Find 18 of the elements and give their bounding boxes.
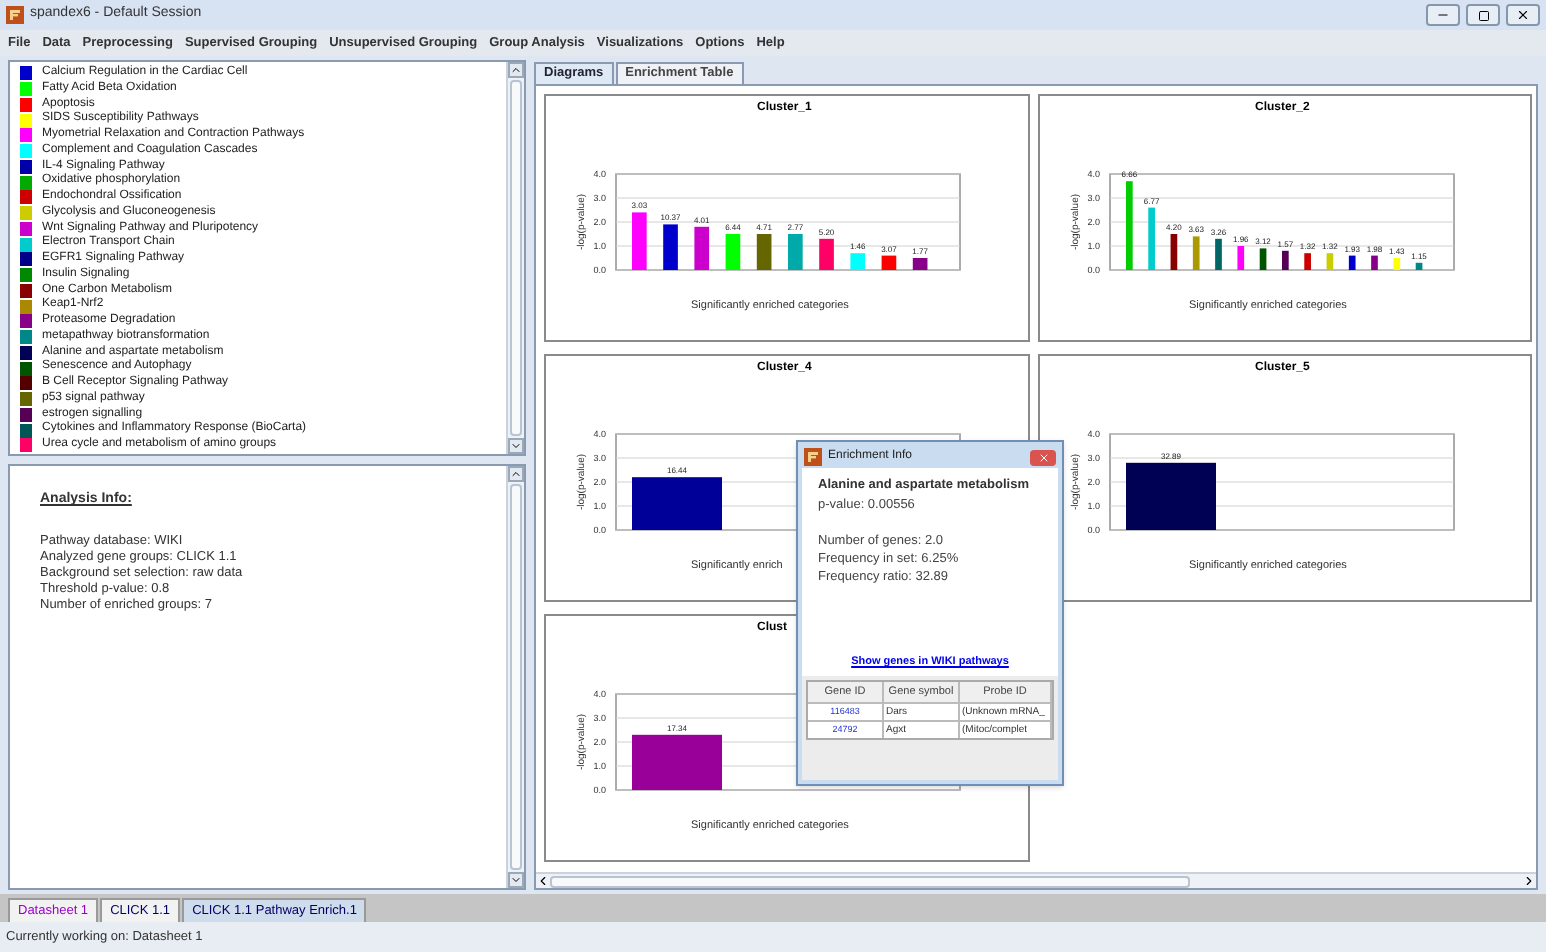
app-icon xyxy=(6,6,24,24)
minimize-button[interactable] xyxy=(1426,4,1460,26)
scrollbar[interactable] xyxy=(506,62,524,454)
scroll-up-icon[interactable] xyxy=(508,62,524,78)
scroll-right-icon[interactable] xyxy=(1522,874,1536,888)
scroll-down-icon[interactable] xyxy=(508,438,524,454)
close-icon xyxy=(1037,451,1049,463)
close-icon xyxy=(1516,8,1530,22)
scrollbar[interactable] xyxy=(536,872,1536,888)
scrollbar[interactable] xyxy=(506,466,524,888)
scroll-left-icon[interactable] xyxy=(536,874,550,888)
minimize-icon xyxy=(1436,8,1450,22)
maximize-icon xyxy=(1477,9,1489,21)
scroll-up-icon[interactable] xyxy=(508,466,524,482)
scroll-down-icon[interactable] xyxy=(508,872,524,888)
app-icon xyxy=(804,448,822,466)
maximize-button[interactable] xyxy=(1466,4,1500,26)
close-button[interactable] xyxy=(1506,4,1540,26)
